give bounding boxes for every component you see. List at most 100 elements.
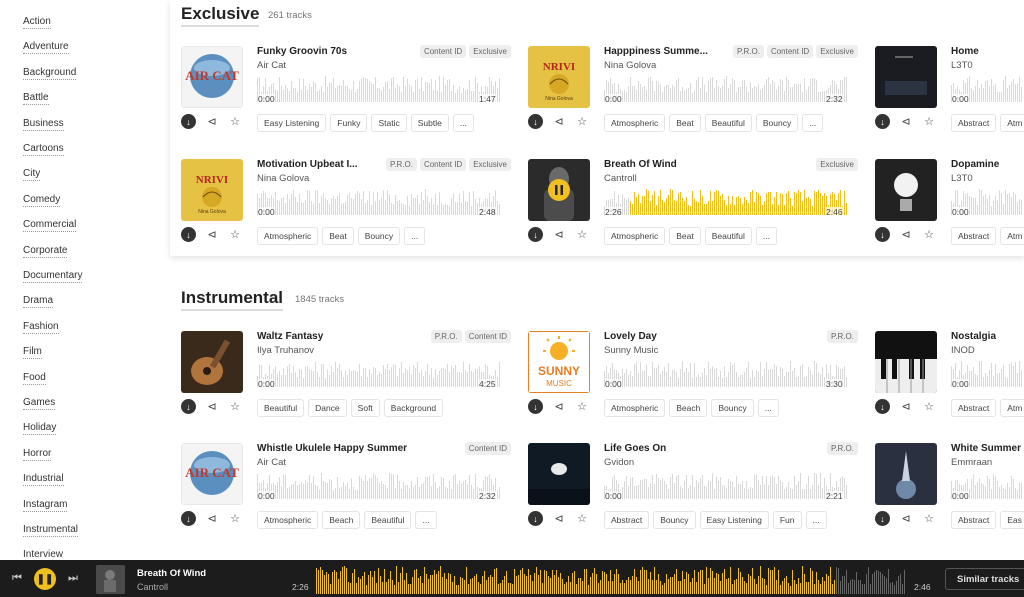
genre-link-instrumental[interactable]: Instrumental	[23, 524, 79, 537]
genre-link-food[interactable]: Food	[23, 372, 46, 385]
share-icon[interactable]: ⊲	[205, 512, 219, 525]
tag-chip[interactable]: Atmospheric	[604, 114, 666, 132]
star-icon[interactable]: ☆	[922, 400, 936, 413]
download-icon[interactable]: ↓	[528, 114, 543, 129]
tag-chip[interactable]: Atmospheric	[257, 227, 319, 245]
download-icon[interactable]: ↓	[875, 399, 890, 414]
tag-chip[interactable]: Funky	[330, 114, 368, 132]
skip-back-icon[interactable]: ⏮	[12, 572, 22, 585]
genre-link-industrial[interactable]: Industrial	[23, 473, 64, 487]
star-icon[interactable]: ☆	[922, 512, 936, 525]
track-title[interactable]: Home	[951, 46, 979, 57]
track-title[interactable]: Funky Groovin 70s	[257, 46, 347, 57]
tag-chip[interactable]: Abstract	[951, 399, 997, 417]
share-icon[interactable]: ⊲	[552, 512, 566, 525]
star-icon[interactable]: ☆	[575, 512, 589, 525]
track-title[interactable]: White Summer	[951, 443, 1021, 454]
track-title[interactable]: Nostalgia	[951, 331, 996, 342]
star-icon[interactable]: ☆	[922, 228, 936, 241]
track-waveform[interactable]	[257, 76, 501, 102]
tag-chip[interactable]: Atm	[1000, 114, 1024, 132]
genre-link-documentary[interactable]: Documentary	[23, 270, 83, 283]
track-cover[interactable]	[528, 443, 590, 505]
tag-chip[interactable]: ...	[415, 511, 437, 529]
genre-link-holiday[interactable]: Holiday	[23, 422, 57, 436]
tag-chip[interactable]: Bouncy	[755, 114, 799, 132]
share-icon[interactable]: ⊲	[899, 115, 913, 128]
genre-link-interview[interactable]: Interview	[23, 549, 63, 560]
genre-link-commercial[interactable]: Commercial	[23, 219, 77, 233]
tag-chip[interactable]: ...	[404, 227, 426, 245]
tag-chip[interactable]: Static	[371, 114, 407, 132]
track-artist[interactable]: L3T0	[951, 173, 973, 184]
track-artist[interactable]: Nina Golova	[257, 173, 309, 184]
star-icon[interactable]: ☆	[228, 115, 242, 128]
tag-chip[interactable]: Atmospheric	[604, 399, 666, 417]
player-waveform[interactable]	[316, 566, 906, 594]
tag-chip[interactable]: Bouncy	[653, 511, 696, 529]
track-title[interactable]: Dopamine	[951, 159, 999, 170]
tag-chip[interactable]: Beat	[669, 227, 701, 245]
track-waveform[interactable]	[604, 473, 848, 499]
tag-chip[interactable]: Beat	[669, 114, 701, 132]
track-cover[interactable]	[528, 159, 590, 221]
track-artist[interactable]: Sunny Music	[604, 345, 658, 356]
share-icon[interactable]: ⊲	[552, 115, 566, 128]
track-title[interactable]: Whistle Ukulele Happy Summer	[257, 443, 407, 454]
track-waveform[interactable]	[604, 361, 848, 387]
tag-chip[interactable]: ...	[757, 399, 779, 417]
genre-link-fashion[interactable]: Fashion	[23, 321, 59, 334]
download-icon[interactable]: ↓	[875, 114, 890, 129]
share-icon[interactable]: ⊲	[205, 228, 219, 241]
share-icon[interactable]: ⊲	[552, 228, 566, 241]
track-waveform[interactable]	[257, 361, 501, 387]
share-icon[interactable]: ⊲	[899, 400, 913, 413]
similar-tracks-button[interactable]: Similar tracks	[945, 568, 1024, 590]
genre-link-background[interactable]: Background	[23, 67, 77, 80]
download-icon[interactable]: ↓	[875, 227, 890, 242]
star-icon[interactable]: ☆	[575, 228, 589, 241]
genre-link-business[interactable]: Business	[23, 118, 64, 131]
share-icon[interactable]: ⊲	[205, 115, 219, 128]
share-icon[interactable]: ⊲	[205, 400, 219, 413]
track-artist[interactable]: Emmraan	[951, 457, 992, 468]
track-title[interactable]: Lovely Day	[604, 331, 657, 342]
download-icon[interactable]: ↓	[181, 511, 196, 526]
tag-chip[interactable]: Abstract	[604, 511, 650, 529]
tag-chip[interactable]: Beat	[322, 227, 354, 245]
track-cover[interactable]	[875, 159, 937, 221]
track-cover[interactable]	[875, 443, 937, 505]
download-icon[interactable]: ↓	[875, 511, 890, 526]
track-cover[interactable]: NRIVI Nina Golova	[181, 159, 243, 221]
track-artist[interactable]: Air Cat	[257, 457, 286, 468]
genre-link-instagram[interactable]: Instagram	[23, 499, 68, 512]
tag-chip[interactable]: Beach	[669, 399, 708, 417]
track-waveform[interactable]	[604, 76, 848, 102]
track-title[interactable]: Life Goes On	[604, 443, 666, 454]
download-icon[interactable]: ↓	[181, 114, 196, 129]
track-cover[interactable]	[181, 331, 243, 393]
track-cover[interactable]: NRIVI Nina Golova	[528, 46, 590, 108]
tag-chip[interactable]: Atm	[1000, 399, 1024, 417]
track-title[interactable]: Waltz Fantasy	[257, 331, 323, 342]
track-title[interactable]: Breath Of Wind	[604, 159, 677, 170]
tag-chip[interactable]: Dance	[308, 399, 347, 417]
star-icon[interactable]: ☆	[228, 512, 242, 525]
tag-chip[interactable]: Beautiful	[364, 511, 412, 529]
track-waveform[interactable]	[257, 473, 501, 499]
download-icon[interactable]: ↓	[528, 399, 543, 414]
share-icon[interactable]: ⊲	[552, 400, 566, 413]
track-title[interactable]: Motivation Upbeat I...	[257, 159, 358, 170]
star-icon[interactable]: ☆	[575, 400, 589, 413]
genre-link-horror[interactable]: Horror	[23, 448, 52, 461]
genre-link-drama[interactable]: Drama	[23, 295, 54, 309]
track-title[interactable]: Happpiness Summe...	[604, 46, 708, 57]
track-artist[interactable]: Nina Golova	[604, 60, 656, 71]
star-icon[interactable]: ☆	[228, 228, 242, 241]
tag-chip[interactable]: Abstract	[951, 227, 997, 245]
star-icon[interactable]: ☆	[575, 115, 589, 128]
tag-chip[interactable]: ...	[805, 511, 827, 529]
tag-chip[interactable]: Bouncy	[711, 399, 754, 417]
tag-chip[interactable]: Abstract	[951, 114, 997, 132]
tag-chip[interactable]: ...	[802, 114, 824, 132]
